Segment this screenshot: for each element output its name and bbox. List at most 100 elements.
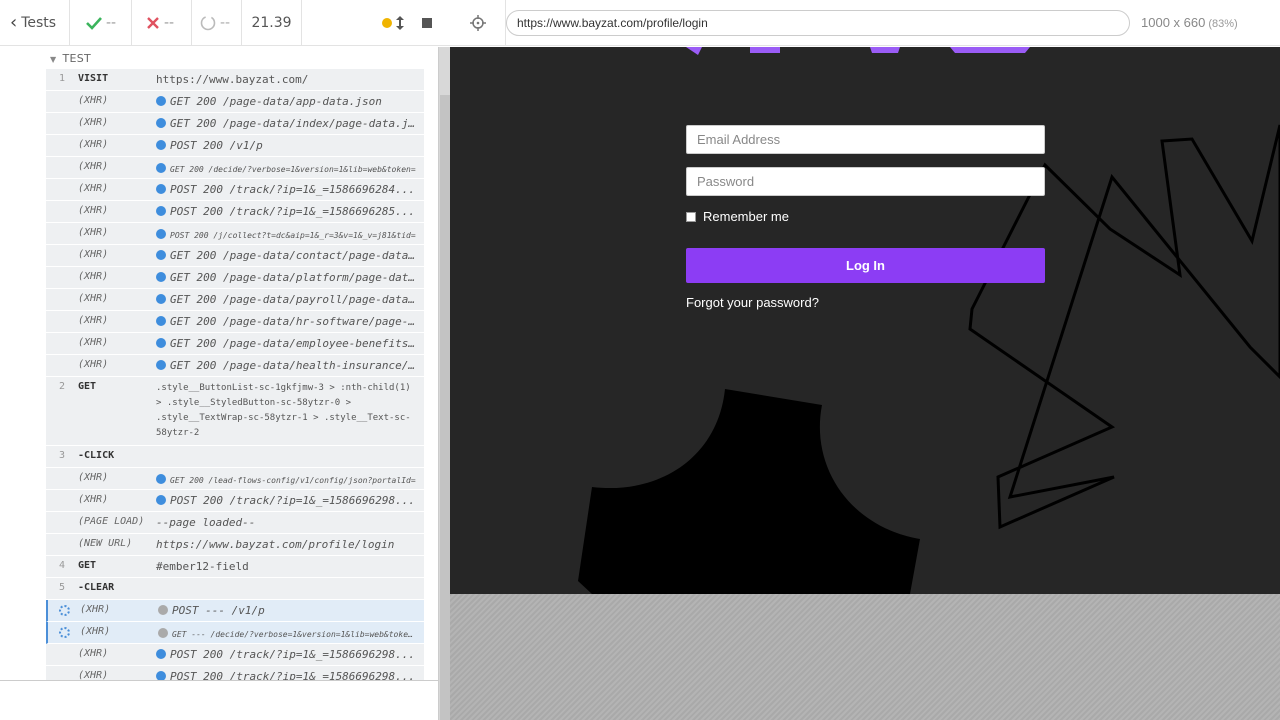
command-row[interactable]: (XHR) GET --- /decide/?verbose=1&version=… xyxy=(46,622,424,644)
command-name: (XHR) xyxy=(78,139,109,150)
scroll-arrows-icon xyxy=(396,15,404,30)
command-name: (XHR) xyxy=(80,604,111,615)
login-form: Email Address Password Remember me Log I… xyxy=(686,125,1046,310)
command-row[interactable]: (XHR) POST 200 /track/?ip=1&_=1586696298.… xyxy=(46,490,424,512)
email-field[interactable]: Email Address xyxy=(686,125,1045,154)
command-message-text: GET 200 /page-data/payroll/page-data.jso… xyxy=(170,293,424,306)
viewport-info: 1000 x 660 (83%) xyxy=(1141,15,1238,30)
command-row[interactable]: (XHR) GET 200 /page-data/payroll/page-dat… xyxy=(46,289,424,311)
command-row[interactable]: (XHR) GET 200 /page-data/platform/page-da… xyxy=(46,267,424,289)
command-row[interactable]: (XHR) POST 200 /j/collect?t=dc&aip=1&_r=3… xyxy=(46,223,424,245)
check-icon xyxy=(86,16,102,30)
command-name: GET xyxy=(78,560,97,571)
command-name: (XHR) xyxy=(78,472,109,483)
command-message-text: GET 200 /page-data/health-insurance/page… xyxy=(170,359,424,372)
command-message-text: GET 200 /page-data/platform/page-data.js… xyxy=(170,271,424,284)
tests-label: Tests xyxy=(21,14,57,31)
test-title-label: TEST xyxy=(62,52,92,65)
forgot-password-link[interactable]: Forgot your password? xyxy=(686,295,1046,310)
command-row[interactable]: (XHR) GET 200 /decide/?verbose=1&version=… xyxy=(46,157,424,179)
headline-fragment xyxy=(686,47,1030,55)
password-field[interactable]: Password xyxy=(686,167,1045,196)
command-row[interactable]: 1 VISIT https://www.bayzat.com/ xyxy=(46,69,424,91)
command-row[interactable]: (XHR) POST 200 /track/?ip=1&_=1586696298.… xyxy=(46,666,424,680)
command-row[interactable]: 2 GET .style__ButtonList-sc-1gkfjmw-3 > :n… xyxy=(46,377,424,446)
command-row[interactable]: (XHR) GET 200 /page-data/contact/page-dat… xyxy=(46,245,424,267)
command-message-text: POST 200 /track/?ip=1&_=1586696285... xyxy=(170,205,416,218)
command-number xyxy=(46,289,78,293)
request-pending-icon xyxy=(158,605,168,615)
command-message: .style__ButtonList-sc-1gkfjmw-3 > :nth-c… xyxy=(156,383,411,438)
tests-button[interactable]: ‹ Tests xyxy=(0,0,70,46)
command-name: -CLICK xyxy=(78,450,115,461)
command-row[interactable]: 4 GET #ember12-field xyxy=(46,556,424,578)
command-row[interactable]: (XHR) GET 200 /lead-flows-config/v1/confi… xyxy=(46,468,424,490)
reporter-scrollbar[interactable] xyxy=(438,47,450,720)
command-message-text: GET 200 /page-data/contact/page-data.jso… xyxy=(170,249,424,262)
selector-playground-button[interactable] xyxy=(450,0,506,46)
remember-me-row[interactable]: Remember me xyxy=(686,209,1046,224)
passed-stat: -- xyxy=(70,0,132,46)
request-status-icon xyxy=(156,316,166,326)
command-row[interactable]: (XHR) GET 200 /page-data/hr-software/page… xyxy=(46,311,424,333)
command-number xyxy=(46,179,78,183)
app-frame: Email Address Password Remember me Log I… xyxy=(450,47,1280,594)
command-row[interactable]: (XHR) POST 200 /track/?ip=1&_=1586696298.… xyxy=(46,644,424,666)
command-message: GET 200 /page-data/employee-benefits/pag… xyxy=(156,333,424,350)
command-row[interactable]: (XHR) GET 200 /page-data/index/page-data.… xyxy=(46,113,424,135)
command-row[interactable]: (NEW URL) https://www.bayzat.com/profile/… xyxy=(46,534,424,556)
command-message-text: GET 200 /decide/?verbose=1&version=1&lib… xyxy=(170,165,416,174)
command-number xyxy=(46,333,78,337)
command-row[interactable]: 5 -CLEAR xyxy=(46,578,424,600)
viewport-size: 1000 x 660 xyxy=(1141,15,1206,30)
command-number xyxy=(46,468,78,472)
remember-me-checkbox[interactable] xyxy=(686,211,696,222)
zoom-level: (83%) xyxy=(1208,18,1238,30)
command-name: (PAGE LOAD) xyxy=(78,516,145,527)
loading-spinner-icon xyxy=(58,605,70,616)
command-row[interactable]: (XHR) POST 200 /track/?ip=1&_=1586696285.… xyxy=(46,201,424,223)
command-message: POST 200 /track/?ip=1&_=1586696284... xyxy=(156,179,424,196)
command-name: (XHR) xyxy=(78,161,109,172)
command-number xyxy=(46,490,78,494)
command-message-text: POST --- /v1/p xyxy=(172,604,265,617)
command-list: 1 VISIT https://www.bayzat.com/ (XHR) GET 20… xyxy=(46,69,424,680)
stop-icon[interactable] xyxy=(422,17,432,28)
auto-scroll-toggle[interactable] xyxy=(382,15,404,30)
request-status-icon xyxy=(156,649,166,659)
command-log[interactable]: ▼ TEST 1 VISIT https://www.bayzat.com/ (XHR)… xyxy=(0,47,438,680)
command-message: GET 200 /page-data/contact/page-data.jso… xyxy=(156,245,424,262)
command-row[interactable]: (XHR) POST 200 /v1/p xyxy=(46,135,424,157)
command-row[interactable]: (XHR) GET 200 /page-data/employee-benefit… xyxy=(46,333,424,355)
request-status-icon xyxy=(156,140,166,150)
command-message: GET 200 /page-data/hr-software/page-data… xyxy=(156,311,424,328)
scrollbar-thumb[interactable] xyxy=(440,95,450,720)
command-message: GET 200 /decide/?verbose=1&version=1&lib… xyxy=(156,157,424,174)
failed-stat: -- xyxy=(132,0,192,46)
login-button[interactable]: Log In xyxy=(686,248,1045,283)
failed-count: -- xyxy=(164,14,175,31)
command-row[interactable]: (XHR) POST 200 /track/?ip=1&_=1586696284.… xyxy=(46,179,424,201)
running-indicator-icon xyxy=(382,17,392,28)
command-row[interactable]: 3 -CLICK xyxy=(46,446,424,468)
request-status-icon xyxy=(156,671,166,680)
request-status-icon xyxy=(156,272,166,282)
command-number xyxy=(46,201,78,205)
command-row[interactable]: (XHR) GET 200 /page-data/app-data.json xyxy=(46,91,424,113)
chevron-left-icon: ‹ xyxy=(10,12,18,33)
test-title[interactable]: ▼ TEST xyxy=(50,52,91,65)
request-status-icon xyxy=(156,495,166,505)
command-message: GET 200 /page-data/index/page-data.json xyxy=(156,113,424,130)
command-number xyxy=(46,534,78,538)
command-number: 2 xyxy=(58,381,66,392)
url-bar[interactable]: https://www.bayzat.com/profile/login xyxy=(506,9,1130,36)
command-row[interactable]: (XHR) GET 200 /page-data/health-insurance… xyxy=(46,355,424,377)
reporter-header: ‹ Tests -- -- -- 21.39 xyxy=(0,0,450,46)
reporter-panel: ‹ Tests -- -- -- 21.39 ▼ TEST 1 VISIT https xyxy=(0,0,450,720)
command-message: POST 200 /track/?ip=1&_=1586696298... xyxy=(156,666,424,680)
command-row[interactable]: (PAGE LOAD) --page loaded-- xyxy=(46,512,424,534)
command-row[interactable]: (XHR) POST --- /v1/p xyxy=(46,600,424,622)
command-message: GET 200 /page-data/platform/page-data.js… xyxy=(156,267,424,284)
command-number xyxy=(46,355,78,359)
command-message-text: GET --- /decide/?verbose=1&version=1&lib… xyxy=(172,630,418,639)
